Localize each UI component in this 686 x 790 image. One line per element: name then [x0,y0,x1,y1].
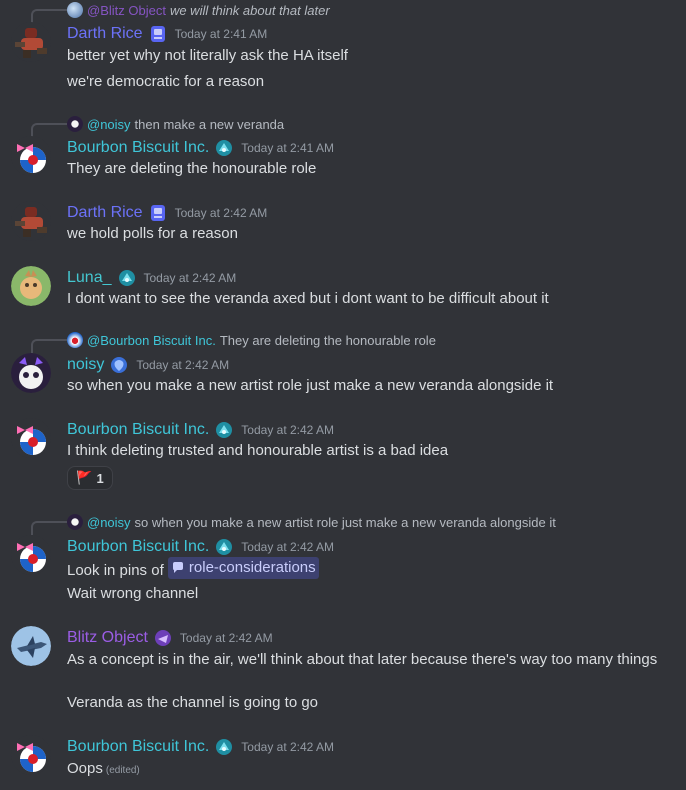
role-badge-icon [216,539,233,555]
channel-mention[interactable]: role-considerations [167,557,319,579]
avatar[interactable] [11,418,51,458]
reaction-emoji: 🚩 [76,470,93,485]
role-badge-icon [118,270,135,286]
avatar[interactable] [11,353,51,393]
soldier-avatar-icon [11,201,51,241]
role-badge-icon [111,357,128,373]
reply-avatar-icon [67,2,83,18]
reply-spine [31,9,67,23]
username[interactable]: Luna_ [67,269,112,287]
avatar[interactable] [11,735,51,775]
role-badge-icon [150,26,165,42]
timestamp[interactable]: Today at 2:42 AM [180,631,273,645]
reply-preview[interactable]: @noisy so when you make a new artist rol… [31,513,556,535]
message-header: Luna_ Today at 2:42 AM [67,267,236,289]
avatar[interactable] [11,626,51,666]
role-badge-icon [216,140,233,156]
reply-text: then make a new veranda [134,116,285,132]
forum-channel-icon [172,562,183,573]
reply-author[interactable]: @noisy [87,117,131,132]
reply-text: we will think about that later [169,2,330,18]
reply-spine [31,339,67,353]
avatar[interactable] [11,535,51,575]
reply-avatar-icon [67,116,83,132]
bourbon-avatar-icon [11,136,51,176]
username[interactable]: Bourbon Biscuit Inc. [67,421,209,439]
avatar[interactable] [11,266,51,306]
message-header: Bourbon Biscuit Inc. Today at 2:41 AM [67,137,334,159]
message-header: Bourbon Biscuit Inc. Today at 2:42 AM [67,736,334,758]
timestamp[interactable]: Today at 2:41 AM [241,141,334,155]
message-header: Darth Rice Today at 2:42 AM [67,202,267,224]
message-text: As a concept is in the air, we'll think … [67,651,658,668]
username[interactable]: Darth Rice [67,25,143,43]
luna-avatar-icon [11,266,51,306]
reaction-button[interactable]: 🚩 1 [67,466,113,490]
bourbon-avatar-icon [11,535,51,575]
timestamp[interactable]: Today at 2:42 AM [136,358,229,372]
message-text: I dont want to see the veranda axed but … [67,290,549,307]
avatar[interactable] [11,22,51,62]
bourbon-avatar-icon [11,735,51,775]
noisy-avatar-icon [11,353,51,393]
message-text: I think deleting trusted and honourable … [67,442,449,459]
message-text: Veranda as the channel is going to go [67,694,319,711]
role-badge-icon [216,422,233,438]
message-text: Oops (edited) [67,758,140,782]
reply-author[interactable]: @noisy [87,515,131,530]
message-header: Bourbon Biscuit Inc. Today at 2:42 AM [67,536,334,558]
message-text: Wait wrong channel [67,585,199,602]
timestamp[interactable]: Today at 2:42 AM [241,740,334,754]
bourbon-avatar-icon [11,418,51,458]
reply-avatar-icon [67,332,83,348]
reply-author[interactable]: @Blitz Object [87,3,166,18]
reply-preview[interactable]: @Bourbon Biscuit Inc. They are deleting … [31,331,436,353]
reply-text: so when you make a new artist role just … [134,514,556,530]
timestamp[interactable]: Today at 2:42 AM [241,540,334,554]
message-header: Blitz Object Today at 2:42 AM [67,627,273,649]
message-header: Darth Rice Today at 2:41 AM [67,23,267,45]
message-text: better yet why not literally ask the HA … [67,47,348,64]
timestamp[interactable]: Today at 2:41 AM [175,27,268,41]
reply-spine [31,123,67,137]
avatar[interactable] [11,201,51,241]
blitz-avatar-icon [11,626,51,666]
role-badge-icon [216,739,233,755]
timestamp[interactable]: Today at 2:42 AM [241,423,334,437]
username[interactable]: Blitz Object [67,629,148,647]
username[interactable]: noisy [67,356,104,374]
message-text: Look in pins of role-considerations [67,557,319,582]
reply-preview[interactable]: @noisy then make a new veranda [31,115,285,137]
message-body: Oops [67,760,103,777]
role-badge-icon [150,205,165,221]
timestamp[interactable]: Today at 2:42 AM [175,206,268,220]
reply-preview[interactable]: @Blitz Object we will think about that l… [31,1,330,23]
message-text: we're democratic for a reason [67,73,265,90]
message-text: we hold polls for a reason [67,225,238,242]
message-header: Bourbon Biscuit Inc. Today at 2:42 AM [67,419,334,441]
username[interactable]: Bourbon Biscuit Inc. [67,139,209,157]
username[interactable]: Darth Rice [67,204,143,222]
message-text: so when you make a new artist role just … [67,377,554,394]
avatar[interactable] [11,136,51,176]
reply-text: They are deleting the honourable role [219,332,436,348]
reply-author[interactable]: @Bourbon Biscuit Inc. [87,333,216,348]
username[interactable]: Bourbon Biscuit Inc. [67,538,209,556]
message-header: noisy Today at 2:42 AM [67,354,229,376]
username[interactable]: Bourbon Biscuit Inc. [67,738,209,756]
reaction-count: 1 [96,470,104,486]
reply-avatar-icon [67,514,83,530]
role-badge-icon [154,630,171,646]
reply-spine [31,521,67,535]
timestamp[interactable]: Today at 2:42 AM [144,271,237,285]
message-text: They are deleting the honourable role [67,160,317,177]
soldier-avatar-icon [11,22,51,62]
message-prefix: Look in pins of [67,562,164,579]
channel-mention-label: role-considerations [188,559,316,576]
edited-marker: (edited) [105,765,140,776]
